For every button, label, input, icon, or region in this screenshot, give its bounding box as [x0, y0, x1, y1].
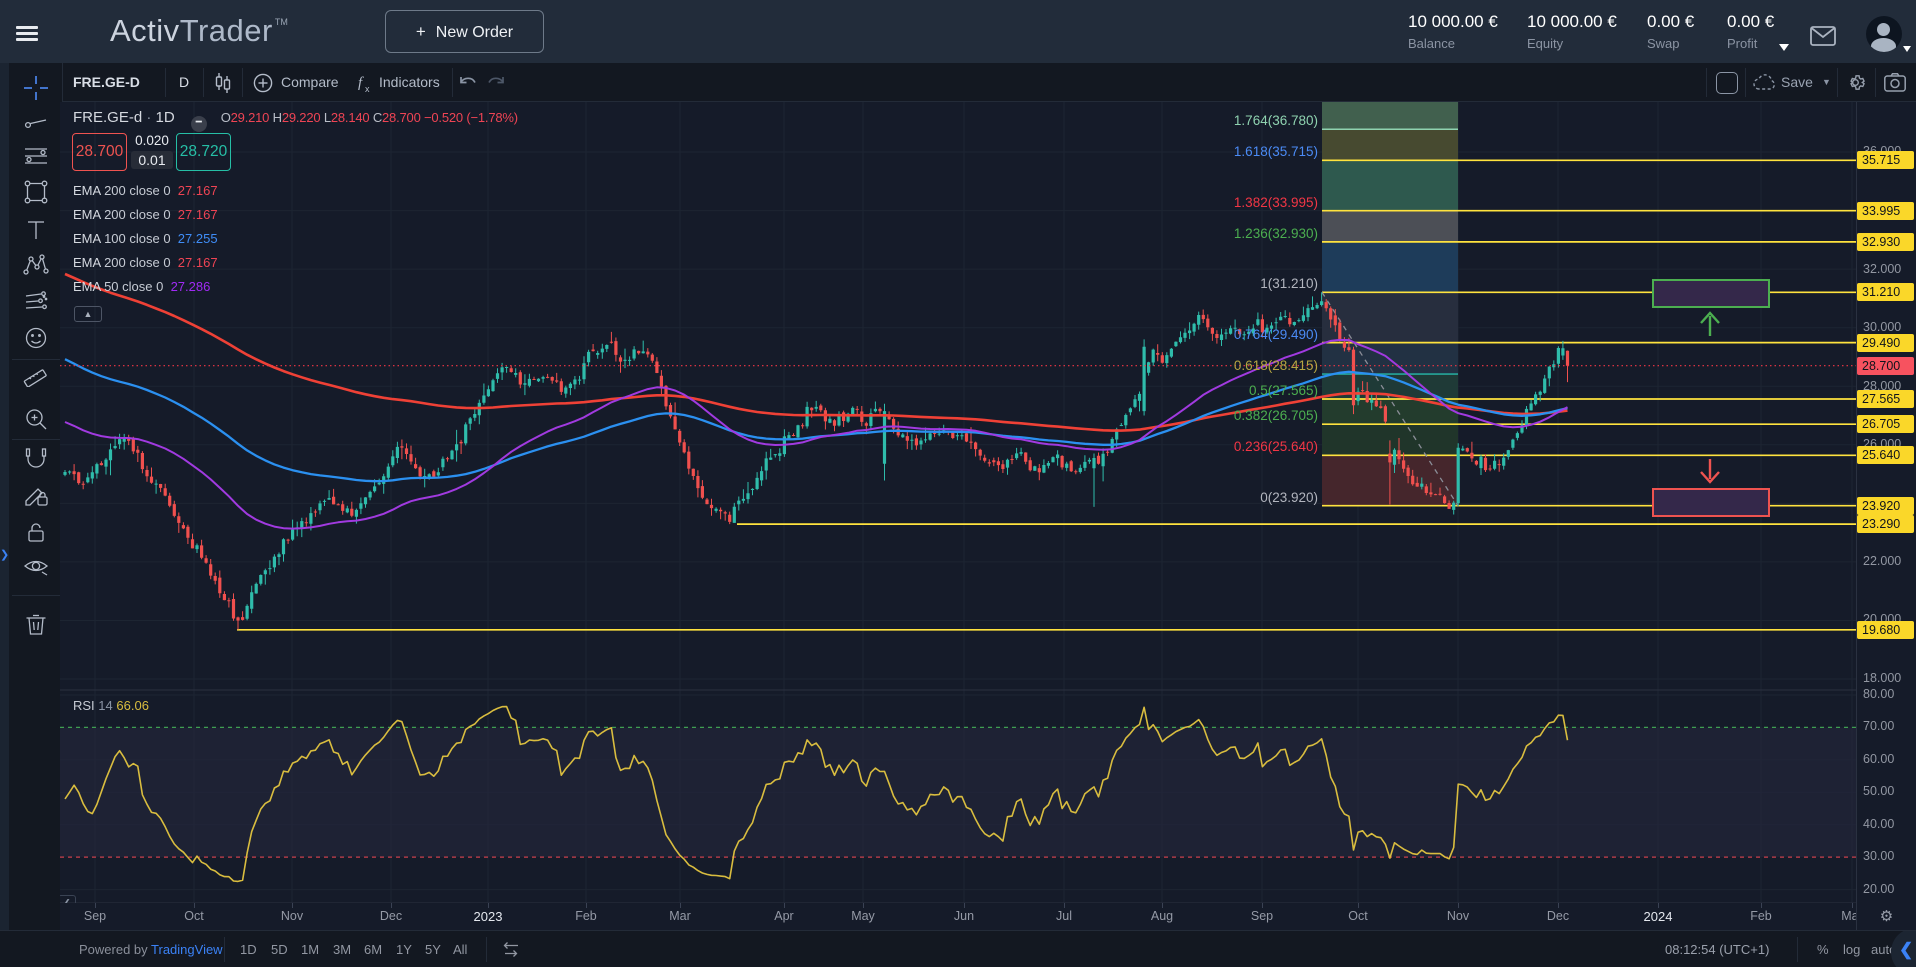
svg-text:0.764(29.490): 0.764(29.490) [1234, 327, 1318, 342]
svg-text:0.236(25.640): 0.236(25.640) [1234, 439, 1318, 454]
svg-text:1.618(35.715): 1.618(35.715) [1234, 144, 1318, 159]
svg-text:f: f [358, 75, 364, 91]
svg-text:x: x [365, 84, 370, 94]
svg-text:0.618(28.415): 0.618(28.415) [1234, 358, 1318, 373]
svg-text:1.382(33.995): 1.382(33.995) [1234, 195, 1318, 210]
svg-text:1.236(32.930): 1.236(32.930) [1234, 226, 1318, 241]
svg-text:0.382(26.705): 0.382(26.705) [1234, 408, 1318, 423]
svg-text:1.764(36.780): 1.764(36.780) [1234, 113, 1318, 128]
svg-text:1(31.210): 1(31.210) [1260, 276, 1318, 291]
svg-text:0(23.920): 0(23.920) [1260, 490, 1318, 505]
svg-text:0.5(27.565): 0.5(27.565) [1249, 383, 1318, 398]
